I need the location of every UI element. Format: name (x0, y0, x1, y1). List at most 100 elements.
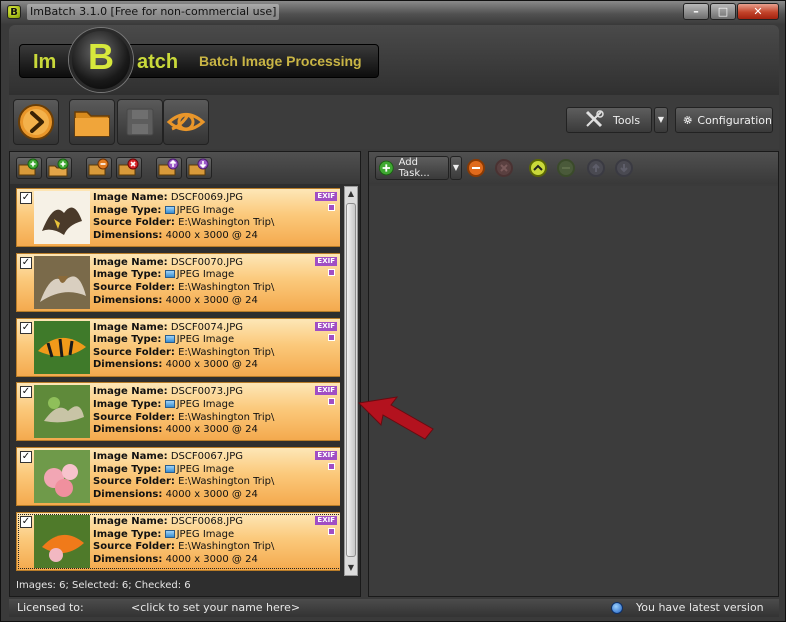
remove-task-button[interactable] (467, 159, 485, 177)
exif-badge[interactable]: EXIF (315, 321, 337, 331)
app-banner: Im B atch Batch Image Processing (9, 25, 779, 95)
image-name: DSCF0074.JPG (170, 321, 243, 333)
image-card[interactable]: ✓ Image Name: DSCF0073.JPG Image Type: JPE… (16, 382, 340, 442)
status-bar: Licensed to: <click to set your name her… (9, 599, 779, 617)
licensed-label: Licensed to: (17, 601, 84, 614)
image-card[interactable]: ✓ Image Name: DSCF0070.JPG Image Type: JPE… (16, 252, 340, 312)
exif-badge[interactable]: EXIF (315, 516, 337, 525)
image-type-label: Image Type: (93, 398, 162, 410)
image-meta: Image Name: DSCF0067.JPG Image Type: JPEG… (93, 451, 274, 501)
close-button[interactable]: ✕ (737, 3, 779, 20)
exif-badge[interactable]: EXIF (315, 192, 337, 201)
image-name: DSCF0068.JPG (170, 516, 243, 527)
tools-icon (585, 110, 604, 128)
maximize-button[interactable]: □ (710, 3, 736, 20)
chevron-up-icon: ▲ (347, 189, 355, 198)
exif-badge[interactable]: EXIF (315, 451, 337, 461)
exif-info-icon[interactable] (328, 333, 335, 341)
source-folder-label: Source Folder: (93, 281, 175, 293)
image-meta: Image Name: DSCF0074.JPG Image Type: JPEG… (93, 322, 274, 372)
image-list-scrollbar[interactable]: ▲ ▼ (344, 186, 358, 576)
save-button[interactable] (117, 99, 163, 145)
chevron-down-icon: ▼ (657, 115, 665, 124)
image-type: JPEG Image (176, 334, 235, 346)
source-folder-label: Source Folder: (93, 217, 175, 229)
image-name-label: Image Name: (93, 386, 168, 398)
task-pane: Add Task... ▼ (368, 151, 779, 597)
image-card[interactable]: ✓ Image Name: DSCF0067.JPG Image Type: JPE… (16, 447, 340, 507)
configuration-button[interactable]: Configuration (675, 107, 773, 133)
image-count-status: Images: 6; Selected: 6; Checked: 6 (16, 580, 191, 591)
eye-icon (166, 113, 206, 131)
task-move-up-button[interactable] (587, 159, 605, 177)
image-type-label: Image Type: (93, 463, 162, 475)
image-card[interactable]: ✓ Image Name: DSCF0074.JPG Image Type: JPE… (16, 317, 340, 377)
minimize-button[interactable]: – (683, 3, 709, 20)
tools-button[interactable]: Tools (566, 107, 652, 133)
exif-info-icon[interactable] (328, 268, 335, 276)
licensed-name-link[interactable]: <click to set your name here> (131, 601, 300, 614)
save-disk-icon (126, 108, 154, 136)
app-window: B ImBatch 3.1.0 [Free for non-commercial… (0, 0, 786, 622)
image-checkbox[interactable]: ✓ (20, 386, 32, 399)
image-dimensions: 4000 x 3000 @ 24 (165, 294, 258, 306)
exif-info-icon[interactable] (328, 463, 335, 471)
image-dimensions: 4000 x 3000 @ 24 (165, 488, 258, 500)
add-folder-button[interactable] (46, 157, 72, 179)
tools-label: Tools (613, 113, 641, 127)
exif-info-icon[interactable] (328, 204, 335, 211)
dimensions-label: Dimensions: (93, 359, 163, 371)
title-bar[interactable]: B ImBatch 3.1.0 [Free for non-commercial… (1, 1, 785, 23)
add-task-dropdown-button[interactable]: ▼ (450, 156, 462, 180)
image-checkbox[interactable]: ✓ (20, 256, 32, 269)
task-move-down-button[interactable] (615, 159, 633, 177)
image-checkbox[interactable]: ✓ (20, 516, 32, 528)
task-list-area[interactable] (369, 186, 778, 596)
exif-info-icon[interactable] (328, 528, 335, 535)
image-thumbnail (34, 385, 90, 439)
image-list[interactable]: ✓ Image Name: DSCF0069.JPG Image Type: JPE… (14, 186, 340, 576)
move-down-button[interactable] (186, 157, 212, 179)
logo-text-left: Im (33, 51, 57, 73)
image-name-label: Image Name: (93, 192, 168, 203)
app-icon[interactable]: B (7, 5, 21, 19)
jpeg-file-icon (164, 270, 175, 279)
move-up-button[interactable] (156, 157, 182, 179)
run-button[interactable] (13, 99, 59, 145)
add-task-button[interactable]: Add Task... (375, 156, 449, 180)
image-thumbnail (34, 255, 90, 309)
image-card[interactable]: ✓ Image Name: DSCF0069.JPG Image Type: JPE… (16, 188, 340, 247)
exif-info-icon[interactable] (328, 398, 335, 406)
image-thumbnail (34, 515, 90, 568)
image-name: DSCF0073.JPG (170, 386, 243, 398)
scroll-down-button[interactable]: ▼ (345, 561, 357, 575)
image-checkbox[interactable]: ✓ (20, 192, 32, 204)
image-checkbox[interactable]: ✓ (20, 451, 32, 464)
logo-text-right: atch (137, 51, 179, 73)
image-dimensions: 4000 x 3000 @ 24 (165, 553, 258, 565)
image-checkbox[interactable]: ✓ (20, 321, 32, 334)
move-up-icon (592, 163, 600, 172)
scroll-up-button[interactable]: ▲ (345, 187, 357, 201)
exif-badge[interactable]: EXIF (315, 386, 337, 396)
add-image-button[interactable] (16, 157, 42, 179)
scroll-thumb[interactable] (346, 203, 356, 557)
image-meta: Image Name: DSCF0068.JPG Image Type: JPEG… (93, 516, 274, 566)
task-down-button[interactable] (557, 159, 575, 177)
delete-icon (500, 164, 508, 172)
delete-task-button[interactable] (495, 159, 513, 177)
remove-image-button[interactable] (86, 157, 112, 179)
minimize-icon: – (693, 5, 699, 18)
preview-button[interactable] (163, 99, 209, 145)
clear-images-button[interactable] (116, 157, 142, 179)
open-folder-button[interactable] (69, 99, 115, 145)
source-folder: E:\Washington Trip\ (178, 281, 275, 293)
image-name: DSCF0070.JPG (170, 256, 243, 268)
play-arrow-icon (18, 104, 54, 140)
source-folder-label: Source Folder: (93, 541, 175, 553)
source-folder: E:\Washington Trip\ (178, 411, 275, 423)
tools-dropdown-button[interactable]: ▼ (654, 107, 668, 133)
task-up-button[interactable] (529, 159, 547, 177)
exif-badge[interactable]: EXIF (315, 256, 337, 266)
image-card[interactable]: ✓ Image Name: DSCF0068.JPG Image Type: JPE… (16, 512, 340, 571)
